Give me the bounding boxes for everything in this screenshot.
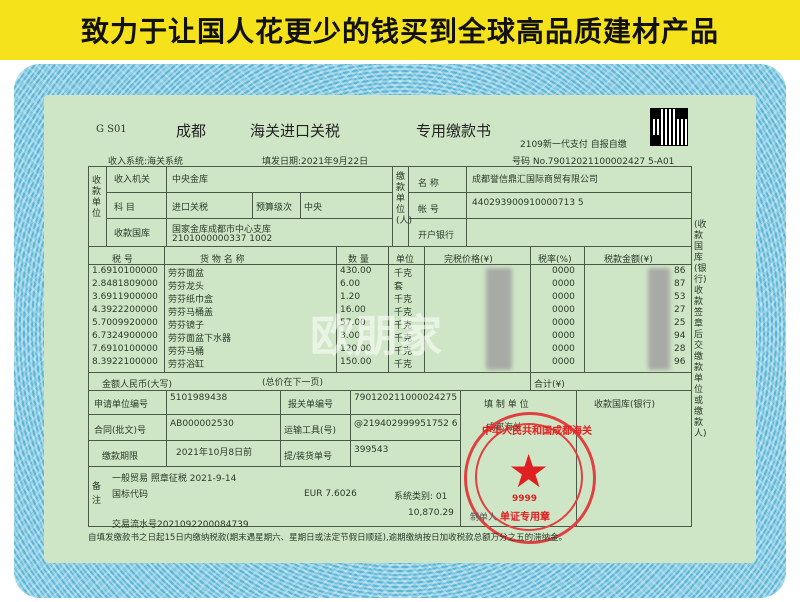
pay-mode: 2109新一代支付 自报自缴 [520,140,627,150]
watermark: 欧朋家 [310,311,442,362]
goods-row-tax: 86 [674,266,686,276]
payer-label-1: 帐 号 [418,205,439,215]
contract: AB000002530 [170,419,234,429]
goods-row-number: 8.3922100000 [92,357,158,367]
amount-upper-label: 金额人民币(大写) [102,380,173,390]
goods-row-rate: 0000 [552,318,575,328]
apply-no: 5101989438 [170,393,228,403]
collector-label2-1: 预算级次 [256,203,293,213]
notes-system-class: 系统类别: 01 [394,492,448,502]
bill: 399543 [354,445,389,455]
payer-value-1: 440293900910000713 5 [472,198,584,208]
redacted-price [486,268,512,370]
notes-label: 备注 [92,482,102,506]
collector-side-label: 收款单位 [92,176,102,219]
stamp-text: 单证专用章 [500,512,550,523]
goods-row-name: 劳芬龙头 [168,282,205,292]
goods-row-tax: 27 [674,305,686,315]
treasury-label: 收款国库(银行) [594,400,656,410]
collector-value-1: 进口关税 [172,203,209,213]
goods-row-rate: 0000 [552,266,575,276]
collector-value-extra: 2101000000337 1002 [172,234,273,244]
collector-label-1: 科 目 [114,203,135,213]
goods-row-quantity: 430.00 [340,266,372,276]
transport-label: 运输工具(号) [284,426,337,436]
stamp-ring-text: 中华人民共和国成都海关 [482,426,592,437]
goods-row-name: 劳芬浴缸 [168,360,205,370]
document-subtitle: 专用缴款书 [416,122,492,140]
bill-label: 提/装货单号 [284,452,333,462]
notes-line2: 国标代码 [112,490,149,500]
payer-label-0: 名 称 [418,179,439,189]
goods-row-number: 7.6910100000 [92,344,158,354]
goods-row-name: 劳芬马桶 [168,347,205,357]
goods-row-unit: 套 [394,282,404,292]
deadline: 2021年10月8日前 [176,448,253,458]
goods-row-tax: 87 [674,279,686,289]
notes-serial: 交易流水号2021092200084739 [112,520,249,530]
city-name: 成都 [176,122,207,140]
goods-header-4: 完税价格(¥) [444,255,493,265]
customs-no: 790120211000024275 [354,393,458,403]
qr-code-icon [650,108,688,146]
footer-note: 自填发缴款书之日起15日内缴纳税款(期末遇星期六、星期日或法定节假日顺延),逾期… [88,533,568,543]
goods-row-quantity: 6.00 [340,279,361,289]
customs-no-label: 报关单编号 [288,400,334,410]
goods-row-rate: 0000 [552,305,575,315]
goods-row-name: 劳芬纸巾盒 [168,295,214,305]
goods-row-number: 3.6911900000 [92,292,158,302]
goods-row-tax: 25 [674,318,686,328]
fill-unit-label: 填 制 单 位 [484,400,529,410]
goods-row-rate: 0000 [552,279,575,289]
contract-label: 合同(批文)号 [94,426,147,436]
goods-row-name: 劳芬面盆下水器 [168,334,232,344]
goods-header-6: 税款金额(¥) [604,255,653,265]
deadline-label: 缴款期限 [102,452,139,462]
form-code: G S01 [96,124,127,135]
goods-row-tax: 96 [674,357,686,367]
goods-row-number: 1.6910100000 [92,266,158,276]
goods-row-rate: 0000 [552,292,575,302]
stamp-number: 9999 [512,494,538,504]
goods-row-unit: 千克 [394,269,413,279]
collector-label-0: 收入机关 [114,175,151,185]
maker-label: 制单人 [470,513,498,523]
goods-row-number: 2.8481809000 [92,279,158,289]
collector-value-0: 中央金库 [172,175,209,185]
amount-upper-value: (总价在下一页) [262,378,324,388]
notes-line1: 一般贸易 照章征税 2021-9-14 [112,474,237,484]
payer-value-0: 成都誉信鼎汇国际商贸有限公司 [472,175,599,185]
notes-amount: 10,870.29 [408,508,454,518]
goods-row-number: 5.7009920000 [92,318,158,328]
redacted-tax [648,268,670,370]
star-icon: ★ [508,444,550,498]
goods-header-5: 税率(%) [538,255,572,265]
goods-header-3: 单位 [396,255,415,265]
goods-row-name: 劳芬马桶盖 [168,308,214,318]
goods-row-name: 劳芬面盆 [168,269,205,279]
goods-row-rate: 0000 [552,344,575,354]
goods-header-1: 货 物 名 称 [200,255,245,265]
transport: @219402999951752 6 [354,419,458,429]
total-label: 合计(¥) [534,380,565,390]
goods-row-tax: 28 [674,344,686,354]
payer-label-2: 开户银行 [418,231,455,241]
payer-side-label: 缴款单位(人) [396,172,413,226]
goods-row-number: 4.3922200000 [92,305,158,315]
goods-header-0: 税 号 [112,255,133,265]
goods-row-name: 劳芬镜子 [168,321,205,331]
banner: 致力于让国人花更少的钱买到全球高品质建材产品 [0,0,800,60]
apply-no-label: 申请单位编号 [94,400,149,410]
collector-label-2: 收款国库 [114,229,151,239]
document-title: 海关进口关税 [250,122,341,140]
notes-currency: EUR 7.6026 [304,489,357,499]
goods-row-number: 6.7324900000 [92,331,158,341]
goods-row-rate: 0000 [552,357,575,367]
goods-header-2: 数 量 [348,255,369,265]
side-note: (收款国库(银行)收款签章后交缴款单位或缴款人) [694,220,707,439]
goods-row-tax: 94 [674,331,686,341]
goods-row-tax: 53 [674,292,686,302]
collector-value2-1: 中央 [304,203,323,213]
goods-row-rate: 0000 [552,331,575,341]
